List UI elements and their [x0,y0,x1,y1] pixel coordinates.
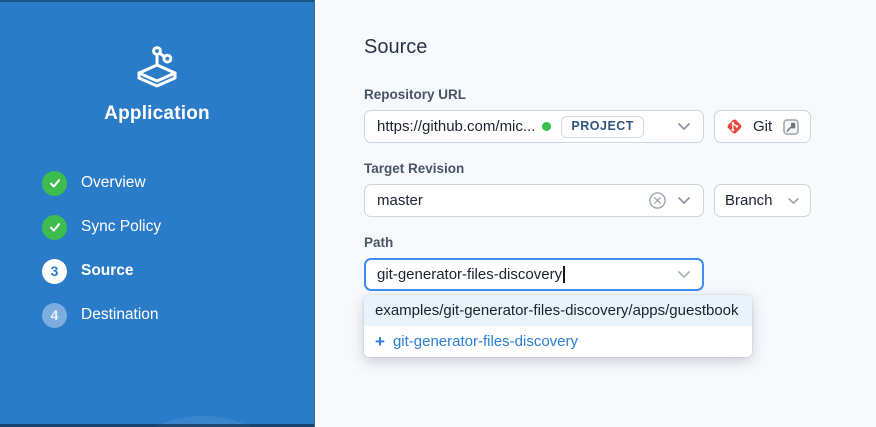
repository-url-row: https://github.com/mic... PROJECT [364,110,876,143]
repository-url-label: Repository URL [364,86,876,103]
wizard-steps: Overview Sync Policy 3 Source 4 Destinat… [0,170,314,346]
step-number-badge: 3 [42,259,67,284]
source-step-panel: Source Repository URL https://github.com… [316,0,876,427]
git-logo-icon [725,117,744,136]
path-input[interactable]: git-generator-files-discovery [364,258,704,291]
chevron-down-icon[interactable] [677,196,691,205]
path-label: Path [364,234,876,251]
sidebar-title: Application [104,103,210,125]
path-value: git-generator-files-discovery [377,266,562,283]
create-path-label: git-generator-files-discovery [393,333,578,350]
clear-circle-x-icon[interactable] [648,191,667,210]
application-deploy-icon [131,40,183,88]
check-icon [42,171,67,196]
text-cursor [563,266,565,283]
step-overview[interactable]: Overview [0,170,314,196]
check-icon [42,215,67,240]
path-suggestions-dropdown: examples/git-generator-files-discovery/a… [364,295,752,357]
status-dot-icon [542,122,551,131]
target-revision-row: master Branch [364,184,876,217]
plus-icon: + [375,334,385,349]
page-title: Source [364,36,876,58]
step-label: Sync Policy [81,218,161,236]
create-path-item[interactable]: + git-generator-files-discovery [364,326,752,357]
repository-url-input[interactable]: https://github.com/mic... PROJECT [364,110,704,143]
suggestion-item[interactable]: examples/git-generator-files-discovery/a… [364,295,752,326]
step-label: Source [81,262,134,280]
wizard-sidebar: Application Overview Sync Policy 3 Sourc… [0,0,315,427]
project-badge: PROJECT [561,116,644,138]
step-number-badge: 4 [42,303,67,328]
top-edge-divider [0,0,314,2]
step-label: Destination [81,306,159,324]
repo-type-button[interactable]: Git [714,110,811,143]
step-destination[interactable]: 4 Destination [0,302,314,328]
step-sync-policy[interactable]: Sync Policy [0,214,314,240]
target-revision-input[interactable]: master [364,184,704,217]
chevron-down-icon[interactable] [677,270,691,279]
chevron-down-icon[interactable] [677,122,691,131]
repository-url-value: https://github.com/mic... [377,118,535,135]
revision-type-label: Branch [725,192,773,209]
revision-type-select[interactable]: Branch [714,184,811,217]
repo-type-label: Git [753,118,772,135]
path-field-wrapper: git-generator-files-discovery examples/g… [364,258,704,291]
target-revision-label: Target Revision [364,160,876,177]
toggle-input-icon[interactable] [782,118,800,136]
step-label: Overview [81,174,146,192]
step-source[interactable]: 3 Source [0,258,314,284]
chevron-down-icon [787,197,800,205]
target-revision-value: master [377,192,423,209]
